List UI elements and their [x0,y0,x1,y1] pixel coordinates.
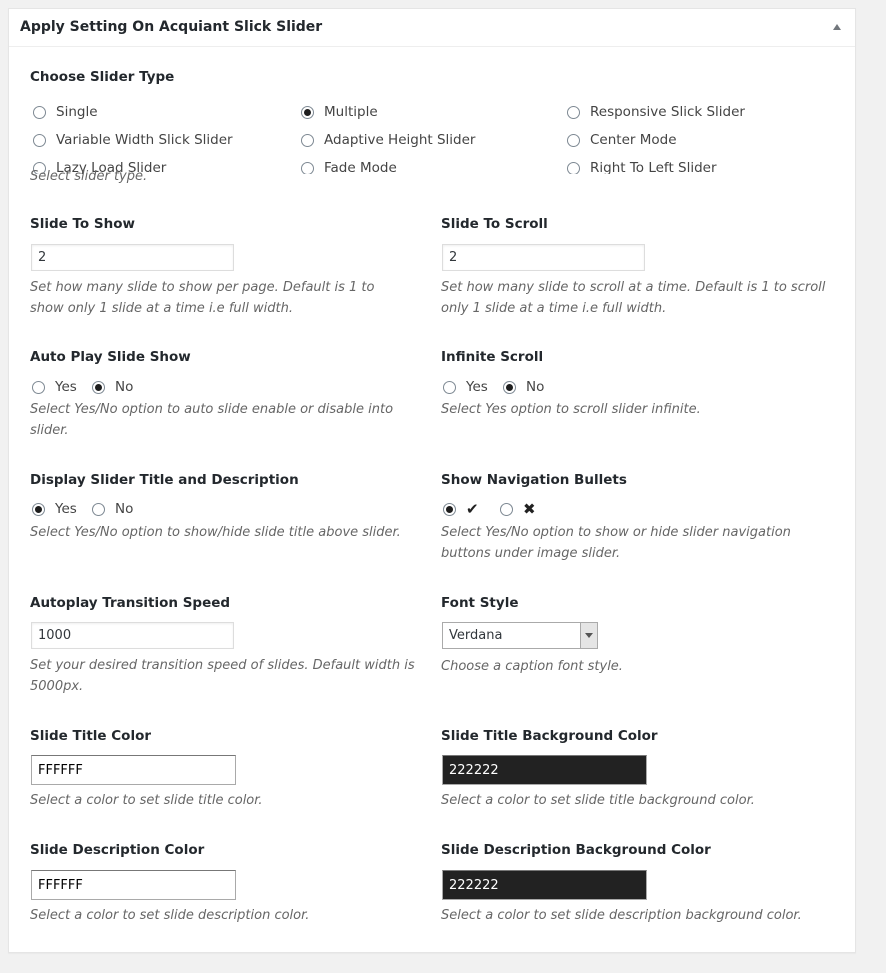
nav-bullets-label: Show Navigation Bullets [441,472,627,488]
infinite-scroll-yes[interactable]: Yes [443,379,488,395]
infinite-scroll-label: Infinite Scroll [441,349,544,365]
slider-type-fade-mode[interactable]: Fade Mode [301,160,397,174]
radio-label: No [115,501,134,517]
title-bg-color-label: Slide Title Background Color [441,728,658,744]
desc-color-label: Slide Description Color [30,842,205,858]
slider-type-single[interactable]: Single [33,104,98,120]
radio-label: Single [56,104,98,120]
title-color-label: Slide Title Color [30,728,152,744]
desc-bg-color-input[interactable] [442,870,647,900]
font-style-label: Font Style [441,595,519,611]
radio-variable-width[interactable] [33,133,46,147]
radio-label: Adaptive Height Slider [324,132,476,148]
slider-type-options: Single Multiple Responsive Slick Slider … [31,101,831,174]
radio-label: No [526,379,545,395]
radio-infinite-yes[interactable] [443,380,456,394]
desc-color-description: Select a color to set slide description … [30,908,310,923]
slider-type-multiple[interactable]: Multiple [301,104,378,120]
panel-header[interactable]: Apply Setting On Acquiant Slick Slider [9,9,855,47]
collapse-arrow-icon[interactable] [833,24,841,30]
chevron-down-icon [585,633,593,638]
display-title-yes[interactable]: Yes [32,501,77,517]
font-style-description: Choose a caption font style. [441,659,623,674]
transition-speed-input[interactable] [31,622,234,649]
display-title-no[interactable]: No [92,501,133,517]
slider-type-label: Choose Slider Type [30,69,175,85]
radio-label: Yes [55,501,77,517]
slide-to-scroll-label: Slide To Scroll [441,216,548,232]
nav-bullets-yes[interactable]: ✔ [443,500,479,518]
slider-type-adaptive-height[interactable]: Adaptive Height Slider [301,132,475,148]
slide-to-show-description: Set how many slide to show per page. Def… [30,280,375,316]
dropdown-arrow[interactable] [580,623,597,648]
slide-to-scroll-input[interactable] [442,244,645,271]
radio-nav-bullets-yes[interactable] [443,502,456,516]
auto-play-label: Auto Play Slide Show [30,349,191,365]
radio-label: Fade Mode [324,160,397,174]
auto-play-description: Select Yes/No option to auto slide enabl… [30,402,394,438]
radio-auto-play-no[interactable] [92,380,105,394]
radio-display-title-no[interactable] [92,502,105,516]
display-title-description: Select Yes/No option to show/hide slide … [30,525,401,540]
panel-title: Apply Setting On Acquiant Slick Slider [20,19,323,35]
slider-type-center-mode[interactable]: Center Mode [567,132,677,148]
title-bg-color-description: Select a color to set slide title backgr… [441,793,755,808]
radio-auto-play-yes[interactable] [32,380,45,394]
transition-speed-description: Set your desired transition speed of sli… [30,658,415,694]
settings-panel: Apply Setting On Acquiant Slick Slider C… [8,8,856,953]
radio-center-mode[interactable] [567,133,580,147]
font-style-value: Verdana [449,628,503,643]
title-color-input[interactable] [31,755,236,785]
nav-bullets-description: Select Yes/No option to show or hide sli… [441,525,791,561]
radio-label: Yes [466,379,488,395]
auto-play-no[interactable]: No [92,379,133,395]
radio-responsive[interactable] [567,105,580,119]
radio-label: Multiple [324,104,378,120]
slide-to-scroll-description: Set how many slide to scroll at a time. … [441,280,826,316]
slide-to-show-label: Slide To Show [30,216,135,232]
radio-label: Responsive Slick Slider [590,104,745,120]
cross-icon: ✖ [523,500,536,518]
radio-label: Variable Width Slick Slider [56,132,233,148]
slider-type-description: Select slider type. [30,169,148,184]
nav-bullets-no[interactable]: ✖ [500,500,536,518]
slider-type-responsive[interactable]: Responsive Slick Slider [567,104,745,120]
desc-color-input[interactable] [31,870,236,900]
radio-label: No [115,379,134,395]
radio-adaptive-height[interactable] [301,133,314,147]
radio-label: Yes [55,379,77,395]
radio-display-title-yes[interactable] [32,502,45,516]
transition-speed-label: Autoplay Transition Speed [30,595,231,611]
radio-rtl[interactable] [567,161,580,174]
radio-nav-bullets-no[interactable] [500,502,513,516]
infinite-scroll-description: Select Yes option to scroll slider infin… [441,402,701,417]
radio-infinite-no[interactable] [503,380,516,394]
radio-label: Right To Left Slider [590,160,717,174]
font-style-select[interactable]: Verdana [442,622,598,649]
title-bg-color-input[interactable] [442,755,647,785]
slide-to-show-input[interactable] [31,244,234,271]
infinite-scroll-no[interactable]: No [503,379,544,395]
display-title-label: Display Slider Title and Description [30,472,299,488]
checkmark-icon: ✔ [466,500,479,518]
slider-type-rtl[interactable]: Right To Left Slider [567,160,717,174]
title-color-description: Select a color to set slide title color. [30,793,263,808]
desc-bg-color-description: Select a color to set slide description … [441,908,802,923]
slider-type-variable-width[interactable]: Variable Width Slick Slider [33,132,233,148]
desc-bg-color-label: Slide Description Background Color [441,842,711,858]
auto-play-yes[interactable]: Yes [32,379,77,395]
radio-single[interactable] [33,105,46,119]
radio-label: Center Mode [590,132,677,148]
radio-fade-mode[interactable] [301,161,314,174]
radio-multiple[interactable] [301,105,314,119]
